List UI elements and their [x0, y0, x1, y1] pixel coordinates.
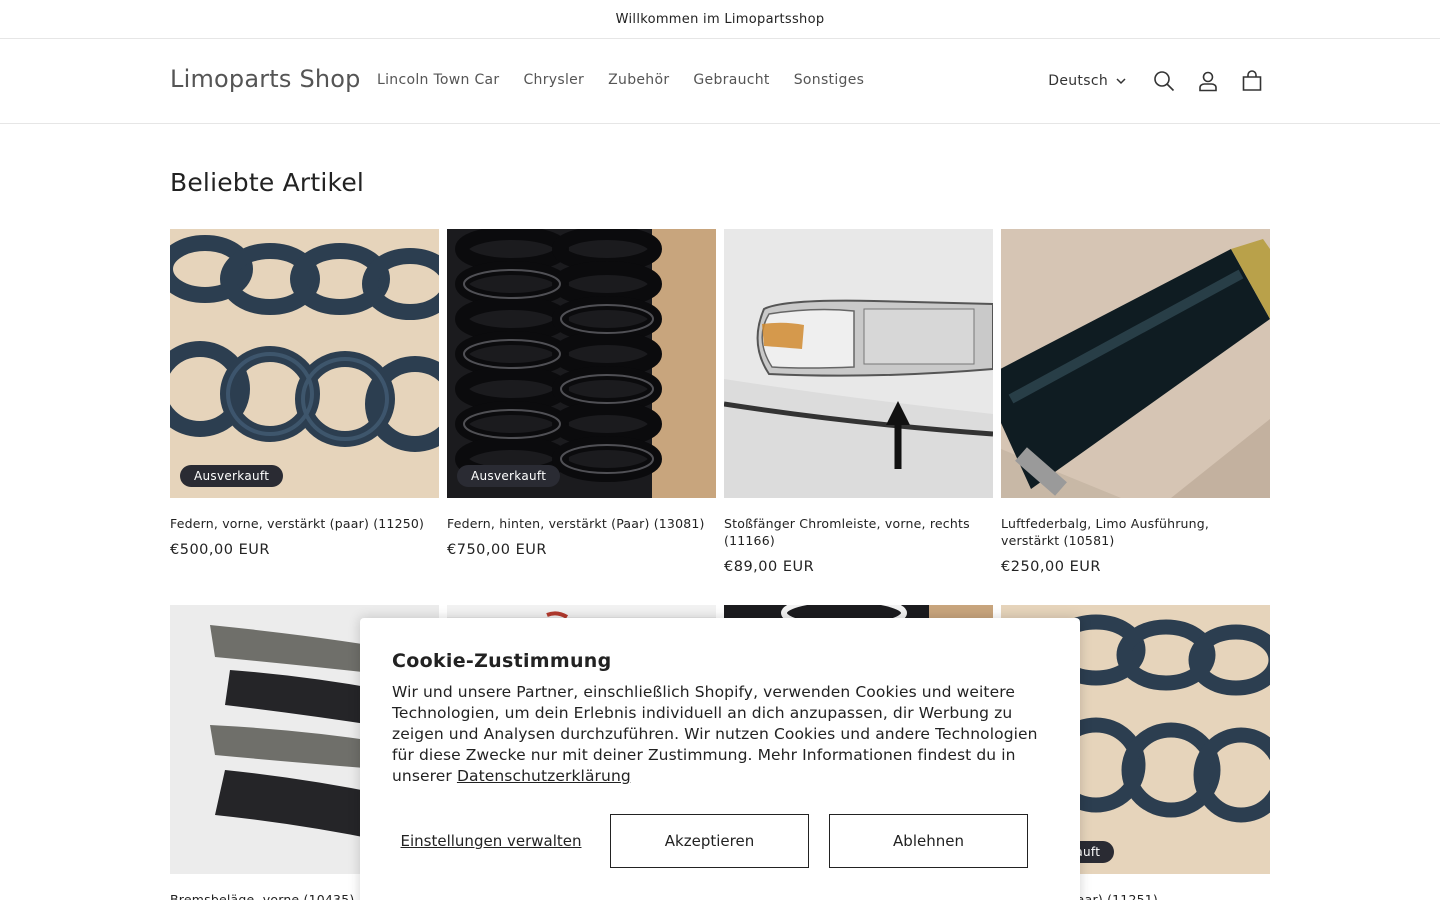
account-button[interactable] [1186, 59, 1230, 103]
product-price: €89,00 EUR [724, 559, 815, 575]
nav-gebraucht[interactable]: Gebraucht [681, 72, 781, 88]
nav-lincoln-town-car[interactable]: Lincoln Town Car [365, 72, 511, 88]
product-card[interactable]: Luftfederbalg, Limo Ausführung, verstärk… [1001, 229, 1270, 575]
cookie-text: Wir und unsere Partner, einschließlich S… [392, 682, 1048, 787]
language-label: Deutsch [1048, 73, 1108, 89]
cookie-consent-dialog: Cookie-Zustimmung Wir und unsere Partner… [360, 618, 1080, 900]
nav-zubehoer[interactable]: Zubehör [596, 72, 681, 88]
product-price: €750,00 EUR [447, 542, 547, 558]
search-icon [1154, 71, 1175, 92]
product-title[interactable]: Luftfederbalg, Limo Ausführung, verstärk… [1001, 515, 1270, 549]
product-card[interactable]: Ausverkauft Federn, vorne, verstärkt (pa… [170, 229, 439, 575]
product-card[interactable]: Stoßfänger Chromleiste, vorne, rechts (1… [724, 229, 993, 575]
product-card[interactable]: Ausverkauft Federn, hinten, verstärkt (P… [447, 229, 716, 575]
product-title[interactable]: Federn, vorne, verstärkt (paar) (11250) [170, 515, 439, 532]
announcement-text: Willkommen im Limopartsshop [615, 11, 825, 27]
chevron-down-icon [1116, 77, 1126, 84]
manage-settings-button[interactable]: Einstellungen verwalten [392, 814, 590, 868]
main-nav: Lincoln Town Car Chrysler Zubehör Gebrau… [365, 72, 876, 88]
product-image[interactable] [724, 229, 993, 498]
site-logo[interactable]: Limoparts Shop [170, 65, 361, 93]
search-button[interactable] [1142, 59, 1186, 103]
product-image[interactable] [1001, 229, 1270, 498]
cart-button[interactable] [1230, 59, 1274, 103]
language-selector[interactable]: Deutsch [1048, 73, 1126, 89]
product-title[interactable]: Stoßfänger Chromleiste, vorne, rechts (1… [724, 515, 993, 549]
product-title[interactable]: Federn, hinten, verstärkt (Paar) (13081) [447, 515, 716, 532]
header-actions: Deutsch [1048, 59, 1274, 103]
sold-out-badge: Ausverkauft [457, 465, 561, 487]
cart-icon [1242, 70, 1262, 91]
product-price: €500,00 EUR [170, 542, 270, 558]
site-header: Limoparts Shop Lincoln Town Car Chrysler… [0, 39, 1440, 124]
user-icon [1199, 71, 1217, 92]
cookie-title: Cookie-Zustimmung [392, 650, 612, 672]
privacy-policy-link[interactable]: Datenschutzerklärung [457, 767, 631, 785]
announcement-bar: Willkommen im Limopartsshop [0, 0, 1440, 39]
decline-button[interactable]: Ablehnen [829, 814, 1028, 868]
product-price: €250,00 EUR [1001, 559, 1101, 575]
section-title: Beliebte Artikel [170, 168, 365, 197]
product-image[interactable]: Ausverkauft [170, 229, 439, 498]
nav-chrysler[interactable]: Chrysler [511, 72, 596, 88]
nav-sonstiges[interactable]: Sonstiges [782, 72, 877, 88]
product-image[interactable]: Ausverkauft [447, 229, 716, 498]
sold-out-badge: Ausverkauft [180, 465, 284, 487]
accept-button[interactable]: Akzeptieren [610, 814, 809, 868]
cookie-actions: Einstellungen verwalten Akzeptieren Able… [392, 814, 1028, 868]
